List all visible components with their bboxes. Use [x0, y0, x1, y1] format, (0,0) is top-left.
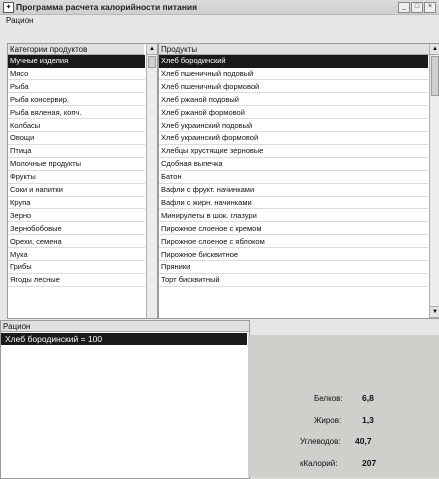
categories-list[interactable]: Категории продуктов Мучные изделия Мясо Ры… [7, 43, 158, 319]
list-item[interactable]: Фрукты [8, 171, 145, 184]
list-item[interactable]: Пирожное слоеное с яблоком [159, 236, 428, 249]
app-icon: ✦ [3, 2, 14, 13]
list-item[interactable]: Ягоды лесные [8, 274, 145, 287]
maximize-button[interactable]: □ [411, 2, 423, 13]
list-item[interactable]: Мясо [8, 68, 145, 81]
scroll-up-icon[interactable]: ▲ [430, 44, 439, 55]
fat-value: 1,3 [362, 415, 374, 425]
list-item[interactable]: Хлеб украинский подовый [159, 120, 428, 132]
menu-bar: Рацион [0, 15, 439, 27]
list-item[interactable]: Рыба [8, 81, 145, 94]
menu-ration[interactable]: Рацион [6, 16, 33, 26]
list-item[interactable]: Хлеб бородинский [159, 55, 428, 68]
nutrition-panel [248, 335, 439, 477]
list-item[interactable]: Орехи, семена [8, 236, 145, 249]
title-bar[interactable]: ✦ Программа расчета калорийности питания… [0, 0, 439, 15]
scroll-up-icon[interactable]: ▲ [147, 44, 157, 55]
scroll-down-icon[interactable]: ▼ [430, 306, 439, 318]
carbs-label: Углеводов: [300, 437, 341, 446]
close-button[interactable]: × [424, 2, 436, 13]
list-item[interactable]: Соки и напитки [8, 184, 145, 197]
products-list[interactable]: Продукты Хлеб бородинский Хлеб пшеничный … [158, 43, 439, 319]
products-header[interactable]: Продукты [159, 44, 429, 55]
window-title: Программа расчета калорийности питания [16, 2, 198, 12]
list-item[interactable]: Батон [159, 171, 428, 184]
list-item[interactable]: Колбасы [8, 120, 145, 132]
list-item[interactable]: Хлеб пшеничный формовой [159, 81, 428, 94]
list-item[interactable]: Зернобобовые [8, 223, 145, 236]
categories-scrollbar[interactable]: ▲ [146, 44, 157, 318]
carbs-value: 40,7 [355, 436, 372, 446]
protein-label: Белков: [314, 394, 343, 403]
ration-header: Рацион [1, 321, 249, 332]
list-item[interactable]: Птица [8, 145, 145, 158]
list-item[interactable]: Мука [8, 249, 145, 261]
list-item[interactable]: Крупа [8, 197, 145, 210]
list-item[interactable]: Пирожное слоеное с кремом [159, 223, 428, 236]
list-item[interactable]: Пряники [159, 261, 428, 274]
list-item[interactable]: Грибы [8, 261, 145, 274]
list-item[interactable]: Рыба вяленая, копч. [8, 107, 145, 120]
fat-label: Жиров: [314, 416, 342, 425]
scroll-thumb[interactable] [148, 56, 156, 68]
list-item[interactable]: Мучные изделия [8, 55, 145, 68]
categories-header[interactable]: Категории продуктов [8, 44, 144, 55]
list-item[interactable]: Хлебцы хрустящие зерновые [159, 145, 428, 158]
kcal-value: 207 [362, 458, 377, 468]
list-item[interactable]: Вафли с фрукт. начинками [159, 184, 428, 197]
ration-item[interactable]: Хлеб бородинский = 100 [1, 333, 247, 345]
list-item[interactable]: Минирулеты в шок. глазури [159, 210, 428, 223]
list-item[interactable]: Хлеб украинский формовой [159, 132, 428, 145]
app-window: ✦ Программа расчета калорийности питания… [0, 0, 439, 479]
scroll-thumb[interactable] [431, 56, 439, 96]
list-item[interactable]: Хлеб ржаной формовой [159, 107, 428, 120]
list-item[interactable]: Хлеб ржаной подовый [159, 94, 428, 107]
list-item[interactable]: Овощи [8, 132, 145, 145]
list-item[interactable]: Хлеб пшеничный подовый [159, 68, 428, 81]
list-item[interactable]: Сдобная выпечка [159, 158, 428, 171]
protein-value: 6,8 [362, 393, 374, 403]
kcal-label: кКалорий: [300, 459, 338, 468]
ration-list[interactable]: Рацион Хлеб бородинский = 100 [0, 320, 250, 479]
list-item[interactable]: Торт бисквитный [159, 274, 428, 287]
list-item[interactable]: Рыба консервир. [8, 94, 145, 107]
list-item[interactable]: Пирожное бисквитное [159, 249, 428, 261]
products-scrollbar[interactable]: ▲ ▼ [429, 44, 439, 318]
minimize-button[interactable]: _ [398, 2, 410, 13]
list-item[interactable]: Вафли с жирн. начинками [159, 197, 428, 210]
list-item[interactable]: Молочные продукты [8, 158, 145, 171]
list-item[interactable]: Зерно [8, 210, 145, 223]
